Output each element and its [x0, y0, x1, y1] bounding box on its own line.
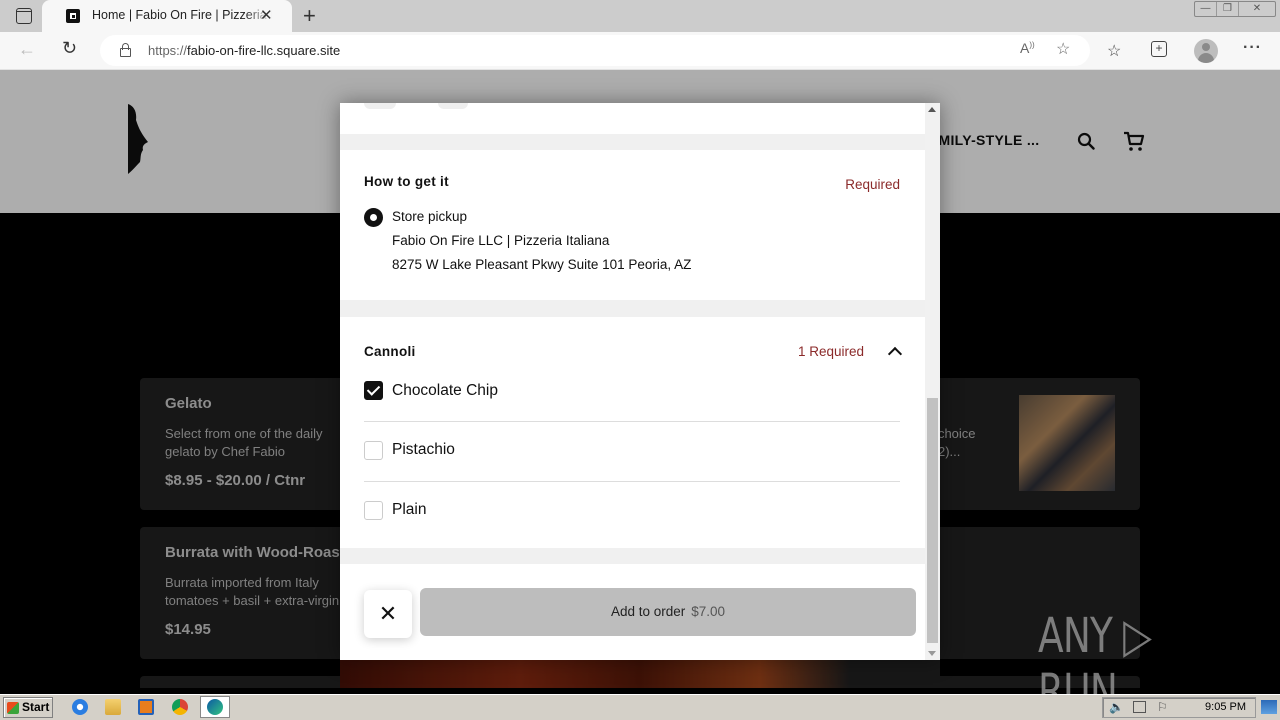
edge-icon: [207, 699, 223, 715]
new-tab-button[interactable]: +: [303, 3, 316, 29]
reload-button[interactable]: ↻: [62, 38, 77, 59]
window-controls: — ❐ ✕: [1194, 1, 1276, 17]
more-icon[interactable]: ···: [1243, 39, 1262, 57]
store-pickup-label[interactable]: Store pickup: [392, 209, 467, 224]
square-favicon-icon: [66, 9, 80, 23]
section-divider: [340, 548, 925, 564]
required-count-label: 1 Required: [797, 344, 864, 359]
section-title-how-to-get-it: How to get it: [364, 174, 449, 189]
profile-icon[interactable]: [1194, 39, 1218, 63]
tab-close-button[interactable]: ✕: [260, 6, 273, 24]
divider: [364, 421, 900, 422]
clock[interactable]: 9:05 PM: [1205, 701, 1246, 713]
browser-tab-active[interactable]: Home | Fabio On Fire | Pizzeria Italiana…: [42, 0, 292, 32]
scrollbar-thumb[interactable]: [927, 398, 938, 643]
modal-scrollbar[interactable]: [925, 103, 940, 660]
chevron-up-icon[interactable]: [887, 346, 903, 362]
item-options-modal: How to get it Required Store pickup Fabi…: [340, 103, 940, 660]
url-text[interactable]: https://fabio-on-fire-llc.square.site: [148, 43, 340, 58]
divider: [364, 481, 900, 482]
windows-taskbar: Start 🔈 ⚐ 9:05 PM: [0, 694, 1280, 720]
section-title-cannoli: Cannoli: [364, 344, 416, 359]
add-favorite-icon[interactable]: ☆: [1056, 39, 1070, 59]
section-divider: [340, 300, 925, 317]
section-divider: [340, 134, 925, 150]
scroll-down-arrow-icon[interactable]: [928, 651, 936, 656]
pill-partial: [364, 103, 396, 109]
close-window-button[interactable]: ✕: [1239, 2, 1275, 16]
pill-partial: [438, 103, 468, 109]
address-bar[interactable]: https://fabio-on-fire-llc.square.site A)…: [100, 35, 1090, 66]
restore-button[interactable]: ❐: [1217, 2, 1239, 16]
file-explorer-icon[interactable]: [105, 699, 121, 715]
web-page: FAMILY-STYLE ... Gelato Select from one …: [0, 70, 1280, 688]
tab-title: Home | Fabio On Fire | Pizzeria Italiana: [92, 8, 272, 22]
volume-icon[interactable]: 🔈: [1109, 700, 1124, 714]
edge-taskbar-button[interactable]: [200, 696, 230, 718]
option-label[interactable]: Chocolate Chip: [392, 382, 498, 400]
show-desktop-icon[interactable]: [1261, 700, 1277, 714]
collections-icon[interactable]: +: [1151, 41, 1167, 57]
option-label[interactable]: Plain: [392, 501, 426, 519]
lock-icon[interactable]: [120, 43, 131, 57]
option-label[interactable]: Pistachio: [392, 441, 455, 459]
flag-icon[interactable]: ⚐: [1157, 700, 1168, 714]
checkbox-plain[interactable]: [364, 501, 383, 520]
network-icon[interactable]: [1133, 701, 1146, 713]
start-button[interactable]: Start: [3, 697, 53, 718]
scroll-up-arrow-icon[interactable]: [928, 107, 936, 112]
back-button[interactable]: ←: [18, 39, 36, 60]
minimize-button[interactable]: —: [1195, 2, 1217, 16]
internet-explorer-icon[interactable]: [72, 699, 88, 715]
close-modal-button[interactable]: ✕: [364, 590, 412, 638]
checkbox-pistachio[interactable]: [364, 441, 383, 460]
store-address: 8275 W Lake Pleasant Pkwy Suite 101 Peor…: [392, 257, 692, 272]
add-to-order-button[interactable]: Add to order $7.00: [420, 588, 916, 636]
browser-tab-bar: Home | Fabio On Fire | Pizzeria Italiana…: [0, 0, 1280, 32]
tab-actions-icon[interactable]: [16, 8, 32, 24]
checkbox-chocolate-chip[interactable]: [364, 381, 383, 400]
read-aloud-icon[interactable]: A)): [1020, 40, 1035, 56]
store-name: Fabio On Fire LLC | Pizzeria Italiana: [392, 233, 610, 248]
store-pickup-radio[interactable]: [364, 208, 383, 227]
required-label: Required: [845, 177, 900, 192]
browser-toolbar: ← ↻ https://fabio-on-fire-llc.square.sit…: [0, 32, 1280, 70]
favorites-icon[interactable]: ☆: [1107, 41, 1121, 61]
chrome-icon[interactable]: [172, 699, 188, 715]
media-player-icon[interactable]: [138, 699, 154, 715]
